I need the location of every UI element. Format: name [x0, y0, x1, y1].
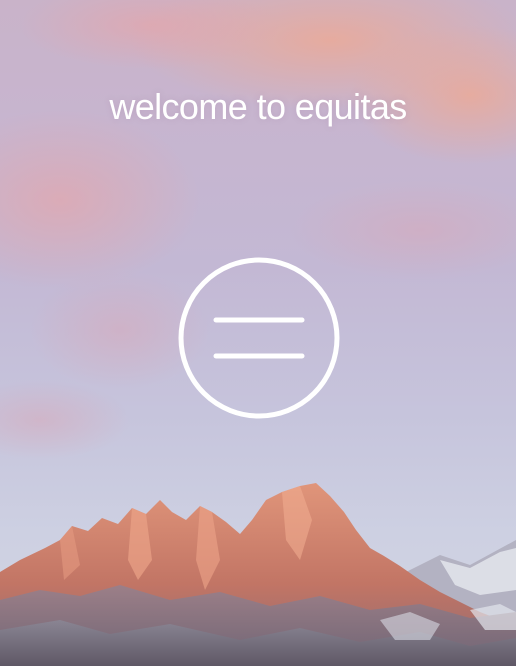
- equals-circle-icon: [178, 257, 340, 419]
- equitas-logo-button[interactable]: [178, 257, 340, 419]
- welcome-heading: welcome to equitas: [109, 86, 407, 127]
- welcome-screen: welcome to equitas: [0, 0, 516, 666]
